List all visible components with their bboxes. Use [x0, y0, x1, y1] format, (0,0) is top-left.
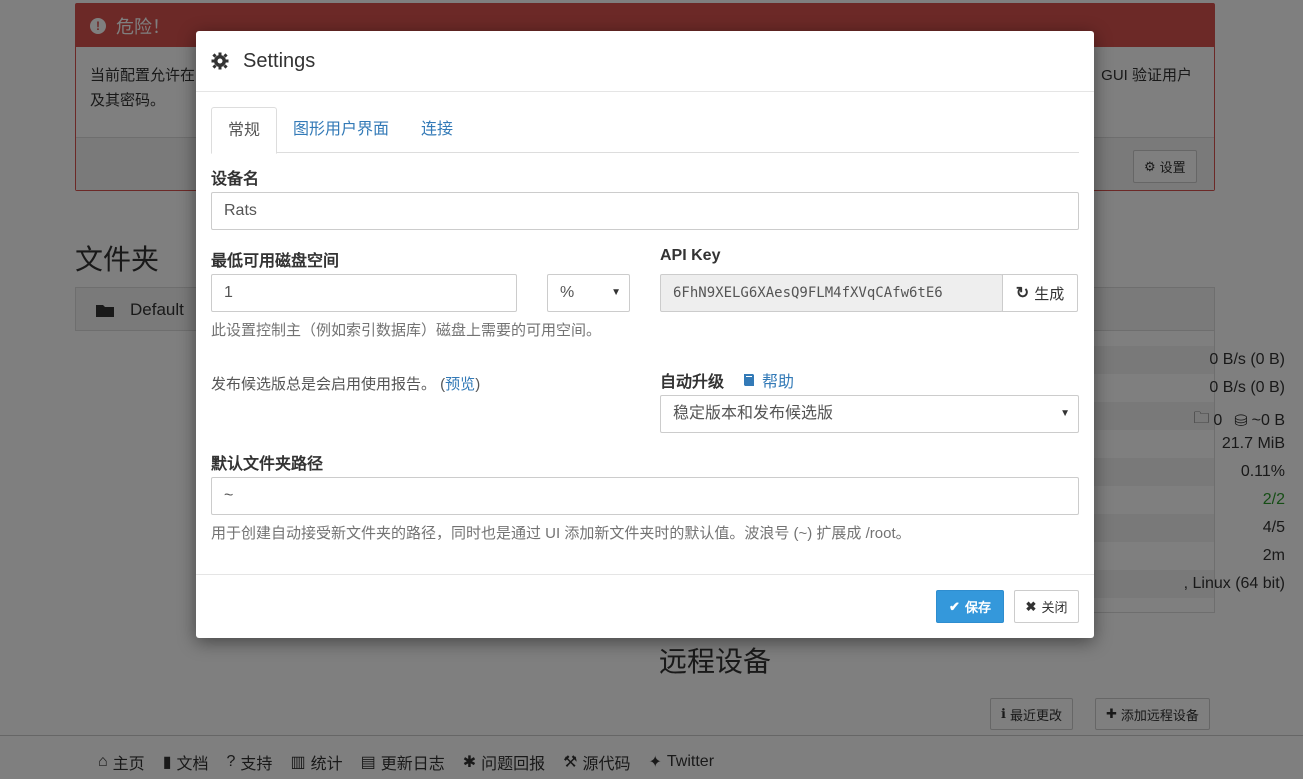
api-key-input[interactable]: 6FhN9XELG6XAesQ9FLM4fXVqCAfw6tE6: [660, 274, 1003, 312]
auto-upgrade-select[interactable]: 稳定版本和发布候选版 ▼: [660, 395, 1079, 433]
generate-api-key-button[interactable]: ↻ 生成: [1002, 274, 1078, 312]
generate-api-key-label: 生成: [1034, 285, 1065, 303]
modal-header: Settings: [196, 31, 1094, 92]
close-icon: ✖: [1025, 598, 1037, 614]
settings-modal: Settings 常规 图形用户界面 连接 设备名 Rats 最低可用磁盘空间 …: [196, 31, 1094, 638]
api-key-label: API Key: [660, 247, 721, 264]
min-disk-help: 此设置控制主（例如索引数据库）磁盘上需要的可用空间。: [211, 322, 602, 339]
close-button[interactable]: ✖ 关闭: [1014, 590, 1079, 623]
default-path-input[interactable]: ~: [211, 477, 1079, 515]
tab-general[interactable]: 常规: [211, 107, 278, 154]
tab-gui[interactable]: 图形用户界面: [277, 107, 405, 153]
modal-footer: ✔ 保存 ✖ 关闭: [196, 574, 1094, 638]
tab-connections[interactable]: 连接: [405, 107, 469, 153]
rc-usage-help: 发布候选版总是会启用使用报告。 (预览): [211, 373, 480, 394]
help-link-label: 帮助: [762, 374, 795, 391]
auto-upgrade-label: 自动升级: [660, 374, 725, 391]
close-button-label: 关闭: [1041, 600, 1068, 615]
refresh-icon: ↻: [1015, 285, 1030, 302]
check-icon: ✔: [949, 598, 960, 614]
caret-down-icon: ▼: [1060, 408, 1070, 419]
settings-tabs: 常规 图形用户界面 连接: [211, 107, 1079, 154]
auto-upgrade-value: 稳定版本和发布候选版: [673, 405, 834, 422]
modal-title: Settings: [243, 49, 316, 72]
device-name-input[interactable]: Rats: [211, 192, 1079, 230]
gear-icon: [211, 52, 229, 70]
min-disk-unit-select[interactable]: % ▼: [547, 274, 630, 312]
rc-usage-help-text: 发布候选版总是会启用使用报告。 (: [211, 376, 446, 393]
min-disk-label: 最低可用磁盘空间: [211, 253, 340, 270]
min-disk-unit-value: %: [560, 284, 575, 301]
default-path-help: 用于创建自动接受新文件夹的路径，同时也是通过 UI 添加新文件夹时的默认值。波浪…: [211, 525, 911, 542]
min-disk-input[interactable]: 1: [211, 274, 517, 312]
rc-usage-help-close: ): [475, 376, 481, 393]
caret-down-icon: ▼: [611, 287, 621, 298]
device-name-label: 设备名: [211, 171, 260, 188]
save-button-label: 保存: [964, 600, 991, 615]
auto-upgrade-help-link[interactable]: 帮助: [742, 368, 794, 392]
default-path-label: 默认文件夹路径: [211, 456, 324, 473]
book-icon: [742, 373, 756, 387]
save-button[interactable]: ✔ 保存: [936, 590, 1004, 623]
preview-link[interactable]: 预览: [445, 376, 475, 393]
